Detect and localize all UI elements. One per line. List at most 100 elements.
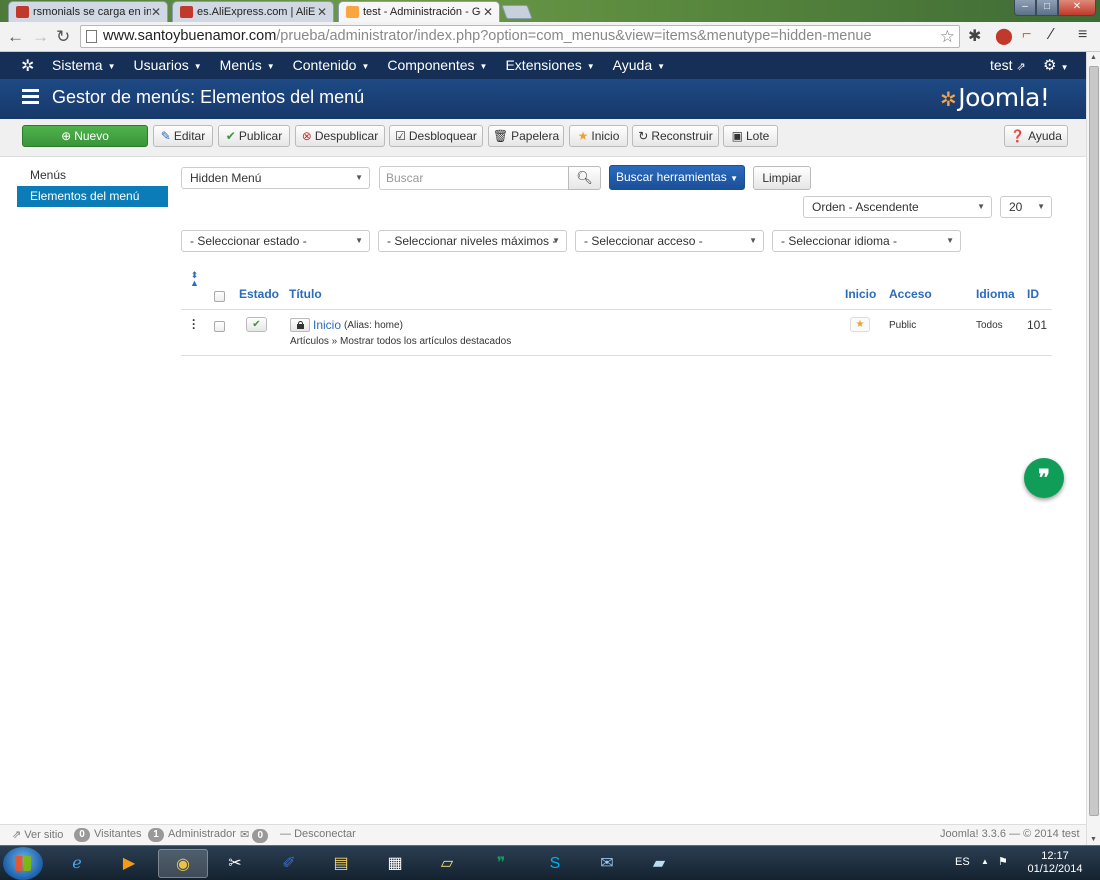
- default-home-star-icon[interactable]: ★: [850, 317, 870, 332]
- joomla-logo-icon[interactable]: ✲: [21, 56, 34, 76]
- address-bar[interactable]: www.santoybuenamor.com/prueba/administra…: [80, 25, 960, 48]
- browser-tab-3[interactable]: test - Administración - Ge ✕: [338, 1, 500, 22]
- published-check-icon[interactable]: ✔: [246, 317, 267, 332]
- app-brush-icon[interactable]: ✐: [264, 849, 314, 878]
- tray-expand-icon[interactable]: ▲: [981, 857, 989, 866]
- chrome-menu-icon[interactable]: ≡: [1078, 26, 1087, 44]
- column-header-home[interactable]: Inicio: [845, 287, 876, 301]
- publish-button[interactable]: ✔ Publicar: [218, 125, 290, 147]
- select-all-checkbox[interactable]: [214, 291, 225, 302]
- menu-sistema[interactable]: Sistema ▼: [52, 52, 116, 80]
- unpublish-button[interactable]: ⊗ Despublicar: [295, 125, 385, 147]
- ordering-sort-icon[interactable]: ⬍ ▲: [190, 271, 199, 288]
- extension-wand-icon[interactable]: ⁄: [1050, 26, 1053, 44]
- user-settings-gear-icon[interactable]: ⚙ ▼: [1043, 52, 1069, 81]
- internet-explorer-icon[interactable]: ℯ: [52, 849, 102, 878]
- mail-icon[interactable]: ✉: [582, 849, 632, 878]
- search-tools-button[interactable]: Buscar herramientas ▼: [609, 165, 745, 190]
- batch-button[interactable]: ▣ Lote: [723, 125, 778, 147]
- scroll-thumb[interactable]: [1089, 66, 1099, 816]
- select-value: 20: [1009, 200, 1023, 214]
- trash-button[interactable]: 🗑 Papelera: [488, 125, 564, 147]
- new-tab-button[interactable]: [501, 5, 533, 19]
- forward-icon[interactable]: →: [32, 27, 49, 47]
- sidebar-item-menus[interactable]: Menús: [17, 165, 168, 186]
- close-tab-icon[interactable]: ✕: [317, 5, 327, 19]
- rebuild-button[interactable]: ↻ Reconstruir: [632, 125, 719, 147]
- hangouts-icon[interactable]: ❞: [476, 849, 526, 878]
- search-button[interactable]: 🔍︎: [568, 166, 601, 190]
- system-clock[interactable]: 12:17 01/12/2014: [1020, 850, 1090, 876]
- footer-label: Visitantes: [94, 828, 142, 840]
- browser-tab-2[interactable]: es.AliExpress.com | AliExp ✕: [172, 1, 334, 22]
- state-filter-select[interactable]: - Seleccionar estado - ▼: [181, 230, 370, 252]
- help-button[interactable]: ❓ Ayuda: [1004, 125, 1068, 147]
- view-site-link[interactable]: ⇗ Ver sitio: [12, 828, 63, 841]
- minimize-icon[interactable]: –: [1014, 0, 1036, 16]
- app-window-icon[interactable]: ▰: [634, 849, 684, 878]
- search-input[interactable]: Buscar: [379, 166, 569, 190]
- sidebar-item-menu-items[interactable]: Elementos del menú: [17, 186, 168, 207]
- hangouts-quote-button[interactable]: ❞: [1024, 458, 1064, 498]
- reload-icon[interactable]: ↻: [56, 27, 70, 47]
- order-select[interactable]: Orden - Ascendente ▼: [803, 196, 992, 218]
- column-header-title[interactable]: Título: [289, 287, 322, 301]
- scroll-up-icon[interactable]: ▲: [1090, 54, 1097, 61]
- clear-button[interactable]: Limpiar: [753, 166, 811, 190]
- limit-select[interactable]: 20 ▼: [1000, 196, 1052, 218]
- app-grid-icon[interactable]: ▦: [370, 849, 420, 878]
- start-button[interactable]: [3, 847, 43, 880]
- close-tab-icon[interactable]: ✕: [483, 5, 493, 19]
- button-label: Lote: [745, 129, 770, 143]
- scroll-down-icon[interactable]: ▼: [1090, 836, 1097, 843]
- menu-contenido[interactable]: Contenido ▼: [293, 52, 370, 80]
- access-filter-select[interactable]: - Seleccionar acceso - ▼: [575, 230, 764, 252]
- row-checkbox[interactable]: [214, 321, 225, 332]
- extension-opera-icon[interactable]: ⬤: [995, 26, 1013, 46]
- drag-handle-icon[interactable]: · · ·: [192, 314, 196, 334]
- messages-status[interactable]: ✉ 0: [240, 828, 272, 843]
- extension-flag-icon[interactable]: ⌐: [1022, 26, 1031, 44]
- caret-down-icon: ▼: [586, 61, 595, 71]
- column-header-language[interactable]: Idioma: [976, 287, 1015, 301]
- checked-out-lock-icon[interactable]: [290, 318, 310, 332]
- caret-down-icon: ▼: [355, 236, 363, 245]
- language-filter-select[interactable]: - Seleccionar idioma - ▼: [772, 230, 961, 252]
- column-header-access[interactable]: Acceso: [889, 287, 932, 301]
- close-tab-icon[interactable]: ✕: [151, 5, 161, 19]
- menu-usuarios[interactable]: Usuarios ▼: [134, 52, 202, 80]
- edit-button[interactable]: ✎ Editar: [153, 125, 213, 147]
- caret-down-icon: ▼: [355, 173, 363, 182]
- chrome-icon[interactable]: ◉: [158, 849, 208, 878]
- levels-filter-select[interactable]: - Seleccionar niveles máximos - ▼: [378, 230, 567, 252]
- file-explorer-icon[interactable]: ▤: [316, 849, 366, 878]
- home-button[interactable]: ★ Inicio: [569, 125, 628, 147]
- menu-select[interactable]: Hidden Menú ▼: [181, 167, 370, 189]
- menu-extensiones[interactable]: Extensiones ▼: [505, 52, 594, 80]
- user-site-link[interactable]: test ⇗: [990, 52, 1026, 81]
- item-title-link[interactable]: Inicio: [313, 318, 341, 332]
- button-label: Desbloquear: [408, 129, 477, 143]
- logout-link[interactable]: — Desconectar: [280, 828, 356, 840]
- maximize-icon[interactable]: □: [1036, 0, 1058, 16]
- menu-componentes[interactable]: Componentes ▼: [387, 52, 487, 80]
- checkin-button[interactable]: ☑ Desbloquear: [389, 125, 483, 147]
- skype-icon[interactable]: S: [530, 849, 580, 878]
- media-player-icon[interactable]: ▶: [104, 849, 154, 878]
- menu-menus[interactable]: Menús ▼: [220, 52, 275, 80]
- new-button[interactable]: ⊕ Nuevo: [22, 125, 148, 147]
- page-scrollbar[interactable]: ▲ ▼: [1086, 52, 1100, 845]
- action-center-flag-icon[interactable]: ⚑: [998, 855, 1008, 868]
- app-tools-icon[interactable]: ✂: [210, 849, 260, 878]
- column-header-id[interactable]: ID: [1027, 287, 1039, 301]
- browser-tab-1[interactable]: rsmonials se carga en inic ✕: [8, 1, 168, 22]
- bookmark-star-icon[interactable]: ☆: [940, 26, 955, 47]
- extension-bug-icon[interactable]: ✱: [968, 26, 981, 46]
- sticky-notes-icon[interactable]: ▱: [422, 849, 472, 878]
- language-indicator[interactable]: ES: [955, 856, 970, 868]
- column-header-status[interactable]: Estado: [239, 287, 279, 301]
- back-icon[interactable]: ←: [7, 27, 24, 47]
- close-window-icon[interactable]: ✕: [1058, 0, 1096, 16]
- row-divider: [181, 355, 1052, 356]
- menu-ayuda[interactable]: Ayuda ▼: [613, 52, 665, 80]
